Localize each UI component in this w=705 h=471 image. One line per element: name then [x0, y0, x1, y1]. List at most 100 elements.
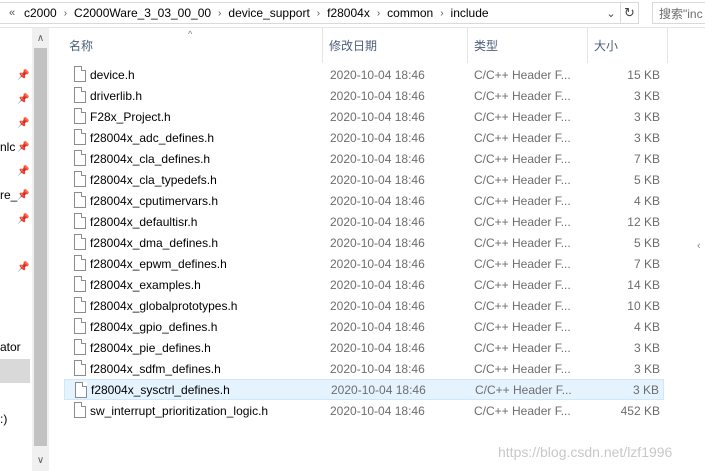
file-name: F28x_Project.h: [90, 109, 171, 124]
scroll-up-icon[interactable]: ∧: [32, 30, 49, 47]
address-bar[interactable]: « c2000 › C2000Ware_3_03_00_00 › device_…: [0, 2, 639, 24]
address-bar-buttons: ⌄ ↻: [602, 3, 638, 23]
breadcrumb-separator-icon[interactable]: ›: [215, 8, 224, 19]
file-icon: [74, 339, 86, 355]
file-icon: [74, 129, 86, 145]
file-icon: [75, 382, 87, 398]
file-icon: [74, 318, 86, 334]
file-type: C/C++ Header F...: [474, 172, 571, 187]
file-date-modified: 2020-10-04 18:46: [330, 109, 425, 124]
file-list: device.h 2020-10-04 18:46 C/C++ Header F..…: [64, 64, 664, 421]
file-row[interactable]: f28004x_gpio_defines.h 2020-10-04 18:46 C/…: [64, 316, 664, 337]
column-header-row: ^ 名称 修改日期 类型 大小: [49, 28, 705, 63]
file-date-modified: 2020-10-04 18:46: [330, 193, 425, 208]
history-dropdown-icon[interactable]: ⌄: [602, 3, 620, 23]
scrollbar-thumb[interactable]: [34, 48, 47, 446]
pin-icon: 📌: [17, 262, 30, 273]
breadcrumb-include[interactable]: include: [447, 6, 493, 20]
column-header-date[interactable]: 修改日期: [323, 28, 468, 63]
file-row[interactable]: f28004x_globalprototypes.h 2020-10-04 18:…: [64, 295, 664, 316]
breadcrumb-separator-icon[interactable]: ›: [314, 8, 323, 19]
file-size: 3 KB: [633, 130, 660, 145]
file-name: f28004x_adc_defines.h: [90, 130, 215, 145]
file-row[interactable]: device.h 2020-10-04 18:46 C/C++ Header F..…: [64, 64, 664, 85]
file-name: f28004x_dma_defines.h: [90, 235, 219, 250]
file-row[interactable]: sw_interrupt_prioritization_logic.h 2020-…: [64, 400, 664, 421]
file-row[interactable]: f28004x_epwm_defines.h 2020-10-04 18:46 C/…: [64, 253, 664, 274]
search-input[interactable]: 搜索"inc: [652, 2, 705, 24]
file-type: C/C++ Header F...: [474, 319, 571, 334]
nav-item-label[interactable]: :): [0, 412, 7, 426]
file-date-modified: 2020-10-04 18:46: [330, 277, 425, 292]
scroll-down-icon[interactable]: ∨: [32, 452, 49, 469]
file-row[interactable]: F28x_Project.h 2020-10-04 18:46 C/C++ Head…: [64, 106, 664, 127]
file-size: 3 KB: [633, 340, 660, 355]
file-icon: [74, 171, 86, 187]
nav-item-label[interactable]: re_: [0, 188, 17, 202]
column-header-size[interactable]: 大小: [588, 28, 668, 63]
file-icon: [74, 255, 86, 271]
file-date-modified: 2020-10-04 18:46: [330, 88, 425, 103]
file-icon: [74, 150, 86, 166]
file-row[interactable]: f28004x_cla_typedefs.h 2020-10-04 18:46 C/…: [64, 169, 664, 190]
file-date-modified: 2020-10-04 18:46: [330, 256, 425, 271]
file-row[interactable]: f28004x_sdfm_defines.h 2020-10-04 18:46 C/…: [64, 358, 664, 379]
column-header-type-label: 类型: [474, 39, 499, 53]
file-size: 14 KB: [627, 277, 660, 292]
navigation-pane: 📌 📌 📌 nlc 📌 📌 re_ 📌 📌 📌 ator :): [0, 28, 32, 471]
breadcrumb-overflow-icon[interactable]: «: [4, 7, 20, 19]
breadcrumb-separator-icon[interactable]: ›: [437, 8, 446, 19]
file-row[interactable]: f28004x_defaultisr.h 2020-10-04 18:46 C/C+…: [64, 211, 664, 232]
file-date-modified: 2020-10-04 18:46: [330, 403, 425, 418]
file-row[interactable]: f28004x_sysctrl_defines.h 2020-10-04 18:4…: [64, 379, 664, 400]
file-name: driverlib.h: [90, 88, 143, 103]
breadcrumb-f28004x[interactable]: f28004x: [323, 6, 374, 20]
file-name: f28004x_cputimervars.h: [90, 193, 219, 208]
file-date-modified: 2020-10-04 18:46: [330, 340, 425, 355]
address-bar-row: « c2000 › C2000Ware_3_03_00_00 › device_…: [0, 0, 705, 28]
file-type: C/C++ Header F...: [474, 67, 571, 82]
file-row[interactable]: f28004x_pie_defines.h 2020-10-04 18:46 C/C…: [64, 337, 664, 358]
file-size: 4 KB: [633, 193, 660, 208]
column-header-size-label: 大小: [594, 39, 619, 53]
refresh-icon[interactable]: ↻: [620, 3, 638, 23]
nav-selected-item[interactable]: [0, 359, 30, 383]
pin-icon: 📌: [17, 214, 30, 225]
file-row[interactable]: driverlib.h 2020-10-04 18:46 C/C++ Header …: [64, 85, 664, 106]
file-size: 7 KB: [633, 256, 660, 271]
breadcrumb-separator-icon[interactable]: ›: [374, 8, 383, 19]
file-type: C/C++ Header F...: [474, 277, 571, 292]
navigation-scrollbar[interactable]: ∧ ∨: [32, 28, 49, 471]
file-name: f28004x_sysctrl_defines.h: [91, 382, 230, 397]
file-size: 10 KB: [627, 298, 660, 313]
nav-item-label[interactable]: ator: [0, 340, 21, 354]
file-date-modified: 2020-10-04 18:46: [330, 214, 425, 229]
file-date-modified: 2020-10-04 18:46: [331, 382, 426, 397]
file-row[interactable]: f28004x_dma_defines.h 2020-10-04 18:46 C/C…: [64, 232, 664, 253]
pin-icon: 📌: [17, 70, 30, 81]
file-type: C/C++ Header F...: [474, 298, 571, 313]
file-row[interactable]: f28004x_adc_defines.h 2020-10-04 18:46 C/C…: [64, 127, 664, 148]
file-row[interactable]: f28004x_cla_defines.h 2020-10-04 18:46 C/C…: [64, 148, 664, 169]
watermark: https://blog.csdn.net/lzf1996: [498, 444, 673, 460]
column-header-type[interactable]: 类型: [468, 28, 588, 63]
nav-item-label[interactable]: nlc: [0, 140, 15, 154]
file-name: f28004x_epwm_defines.h: [90, 256, 227, 271]
breadcrumb-c2000ware[interactable]: C2000Ware_3_03_00_00: [70, 6, 215, 20]
file-icon: [74, 192, 86, 208]
file-row[interactable]: f28004x_examples.h 2020-10-04 18:46 C/C++ …: [64, 274, 664, 295]
file-type: C/C++ Header F...: [474, 88, 571, 103]
collapse-chevron-icon[interactable]: ‹: [697, 240, 701, 252]
file-name: f28004x_defaultisr.h: [90, 214, 198, 229]
breadcrumb-separator-icon[interactable]: ›: [61, 8, 70, 19]
pin-icon: 📌: [17, 94, 30, 105]
breadcrumb-device-support[interactable]: device_support: [224, 6, 313, 20]
file-date-modified: 2020-10-04 18:46: [330, 319, 425, 334]
breadcrumb-common[interactable]: common: [383, 6, 437, 20]
file-icon: [74, 87, 86, 103]
file-row[interactable]: f28004x_cputimervars.h 2020-10-04 18:46 C/…: [64, 190, 664, 211]
file-type: C/C++ Header F...: [474, 109, 571, 124]
column-header-name[interactable]: 名称: [63, 28, 323, 63]
column-header-name-label: 名称: [69, 39, 94, 53]
breadcrumb-c2000[interactable]: c2000: [20, 6, 61, 20]
